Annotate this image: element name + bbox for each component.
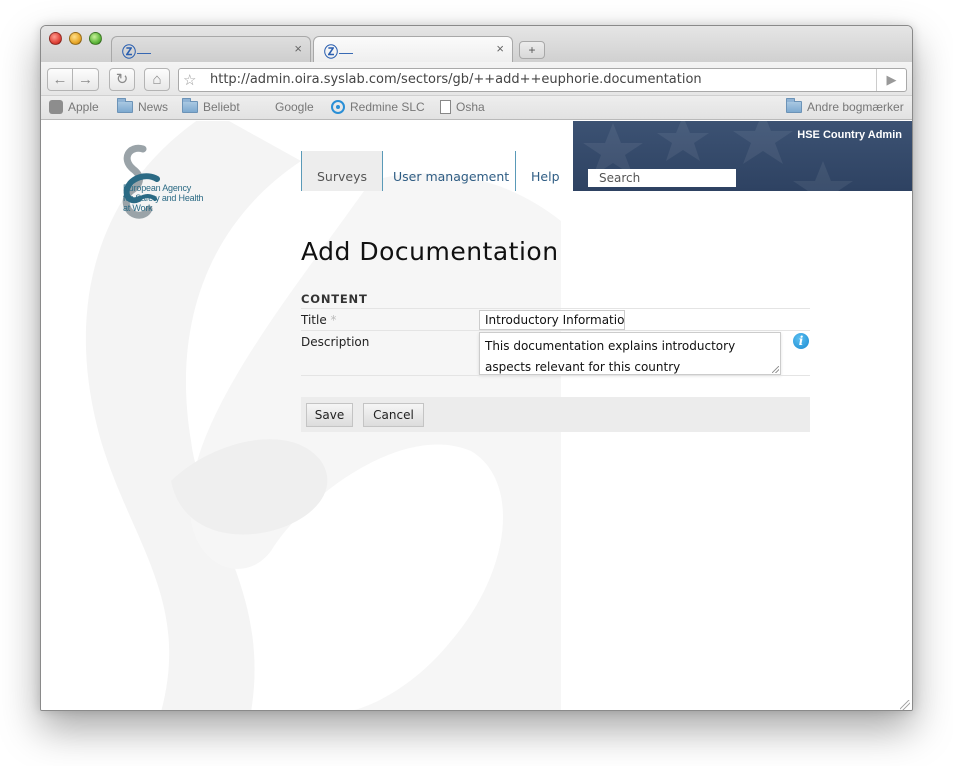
page-content: European Agency for Safety and Health at… — [41, 121, 912, 710]
page-title: Add Documentation — [301, 237, 559, 266]
bookmark-google[interactable]: Google — [256, 100, 314, 114]
bookmarks-bar: Apple News Beliebt Google Redmine SLC Os… — [41, 96, 912, 120]
browser-window: Ⓩ × Ⓩ × + ← → ↻ ⌂ ☆ http://admin.oira.sy… — [40, 25, 913, 711]
tab-help[interactable]: Help — [515, 151, 575, 191]
home-button[interactable]: ⌂ — [144, 68, 170, 91]
bookmark-redmine[interactable]: Redmine SLC — [331, 100, 425, 114]
forward-button[interactable]: → — [73, 68, 99, 91]
arrow-left-icon: ← — [52, 71, 68, 88]
cancel-button[interactable]: Cancel — [363, 403, 424, 427]
other-bookmarks[interactable]: Andre bogmærker — [786, 98, 904, 114]
google-icon — [256, 100, 270, 114]
url-text[interactable]: http://admin.oira.syslab.com/sectors/gb/… — [210, 72, 702, 87]
logo-text: European Agency for Safety and Health at… — [123, 183, 204, 213]
search-input[interactable]: Search — [588, 169, 736, 187]
tab-close-icon[interactable]: × — [496, 41, 504, 56]
tab-surveys[interactable]: Surveys — [301, 151, 383, 191]
new-tab-button[interactable]: + — [519, 41, 545, 59]
description-field-label: Description — [301, 335, 370, 349]
play-icon: ▶ — [886, 72, 897, 87]
divider — [301, 330, 810, 331]
description-textarea[interactable]: This documentation explains introductory… — [479, 332, 781, 375]
redmine-icon — [331, 100, 345, 114]
bookmark-apple[interactable]: Apple — [49, 100, 99, 114]
close-window-button[interactable] — [49, 32, 62, 45]
apple-icon — [49, 100, 63, 114]
home-icon: ⌂ — [152, 71, 162, 88]
section-heading: CONTENT — [301, 292, 368, 306]
divider — [301, 375, 810, 376]
browser-toolbar: ← → ↻ ⌂ ☆ http://admin.oira.syslab.com/s… — [41, 62, 912, 96]
title-field-label: Title * — [301, 313, 337, 327]
reload-icon: ↻ — [115, 71, 129, 88]
tab-close-icon[interactable]: × — [294, 41, 302, 56]
save-button[interactable]: Save — [306, 403, 353, 427]
bookmark-beliebt[interactable]: Beliebt — [182, 98, 240, 114]
required-marker: * — [330, 313, 337, 327]
site-favicon-icon: Ⓩ — [324, 42, 353, 62]
browser-tab-2[interactable]: Ⓩ × — [313, 36, 513, 63]
tab-user-management[interactable]: User management — [378, 151, 524, 191]
go-button[interactable]: ▶ — [876, 69, 906, 91]
arrow-right-icon: → — [78, 71, 93, 88]
site-favicon-icon: Ⓩ — [122, 42, 151, 62]
form-actions: Save Cancel — [301, 397, 810, 432]
tab-strip: Ⓩ × Ⓩ × + — [41, 26, 912, 63]
current-user-label[interactable]: HSE Country Admin — [797, 129, 902, 141]
reload-button[interactable]: ↻ — [109, 68, 135, 91]
bookmark-star-icon[interactable]: ☆ — [183, 71, 196, 89]
info-icon[interactable]: i — [793, 333, 809, 349]
browser-tab-1[interactable]: Ⓩ × — [111, 36, 311, 63]
address-bar[interactable]: ☆ http://admin.oira.syslab.com/sectors/g… — [178, 68, 907, 92]
folder-icon — [786, 98, 802, 113]
title-input[interactable]: Introductory Informatio — [479, 310, 625, 330]
zoom-window-button[interactable] — [89, 32, 102, 45]
folder-icon — [117, 98, 133, 113]
divider — [301, 308, 810, 309]
minimize-window-button[interactable] — [69, 32, 82, 45]
resize-handle-icon[interactable] — [772, 366, 779, 373]
document-icon — [440, 100, 451, 114]
bookmark-osha[interactable]: Osha — [440, 100, 485, 114]
folder-icon — [182, 98, 198, 113]
bookmark-news[interactable]: News — [117, 98, 168, 114]
window-resize-icon[interactable] — [900, 700, 910, 710]
back-button[interactable]: ← — [47, 68, 73, 91]
